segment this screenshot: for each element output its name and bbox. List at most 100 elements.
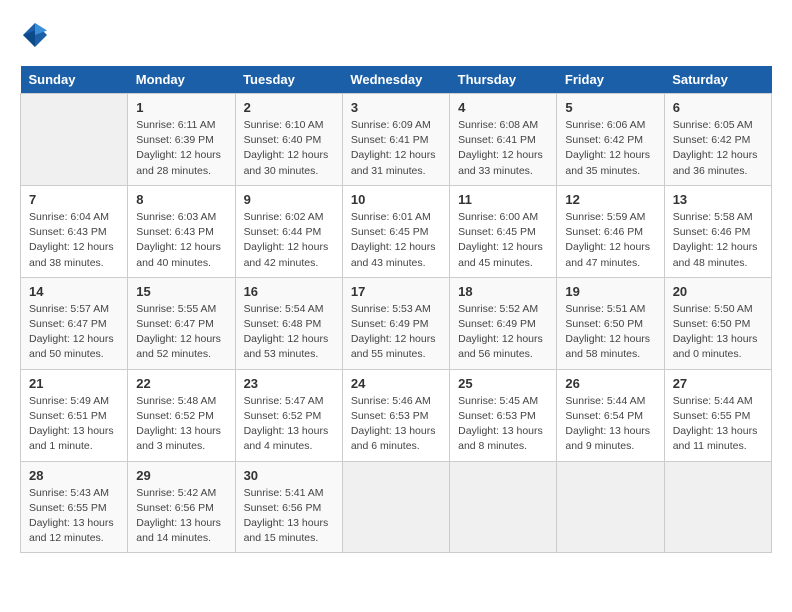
calendar-cell: 11 Sunrise: 6:00 AM Sunset: 6:45 PM Dayli… xyxy=(450,185,557,277)
header-row: SundayMondayTuesdayWednesdayThursdayFrid… xyxy=(21,66,772,94)
calendar-cell xyxy=(342,461,449,553)
calendar-cell: 2 Sunrise: 6:10 AM Sunset: 6:40 PM Daylig… xyxy=(235,94,342,186)
day-number: 6 xyxy=(673,100,763,115)
day-info: Sunrise: 6:00 AM Sunset: 6:45 PM Dayligh… xyxy=(458,210,548,271)
header-cell-friday: Friday xyxy=(557,66,664,94)
day-number: 23 xyxy=(244,376,334,391)
calendar-cell xyxy=(664,461,771,553)
week-row-4: 21 Sunrise: 5:49 AM Sunset: 6:51 PM Dayli… xyxy=(21,369,772,461)
day-info: Sunrise: 5:55 AM Sunset: 6:47 PM Dayligh… xyxy=(136,302,226,363)
day-info: Sunrise: 5:59 AM Sunset: 6:46 PM Dayligh… xyxy=(565,210,655,271)
calendar-cell: 20 Sunrise: 5:50 AM Sunset: 6:50 PM Dayli… xyxy=(664,277,771,369)
day-info: Sunrise: 5:41 AM Sunset: 6:56 PM Dayligh… xyxy=(244,486,334,547)
day-info: Sunrise: 5:48 AM Sunset: 6:52 PM Dayligh… xyxy=(136,394,226,455)
day-info: Sunrise: 5:57 AM Sunset: 6:47 PM Dayligh… xyxy=(29,302,119,363)
week-row-5: 28Sunrise: 5:43 AM Sunset: 6:55 PM Dayli… xyxy=(21,461,772,553)
day-info: Sunrise: 6:10 AM Sunset: 6:40 PM Dayligh… xyxy=(244,118,334,179)
day-info: Sunrise: 5:50 AM Sunset: 6:50 PM Dayligh… xyxy=(673,302,763,363)
day-info: Sunrise: 5:45 AM Sunset: 6:53 PM Dayligh… xyxy=(458,394,548,455)
calendar-cell: 12 Sunrise: 5:59 AM Sunset: 6:46 PM Dayli… xyxy=(557,185,664,277)
day-number: 9 xyxy=(244,192,334,207)
day-number: 12 xyxy=(565,192,655,207)
calendar-cell xyxy=(21,94,128,186)
day-info: Sunrise: 6:03 AM Sunset: 6:43 PM Dayligh… xyxy=(136,210,226,271)
day-info: Sunrise: 5:58 AM Sunset: 6:46 PM Dayligh… xyxy=(673,210,763,271)
calendar-cell: 24 Sunrise: 5:46 AM Sunset: 6:53 PM Dayli… xyxy=(342,369,449,461)
day-number: 27 xyxy=(673,376,763,391)
calendar-header: SundayMondayTuesdayWednesdayThursdayFrid… xyxy=(21,66,772,94)
day-info: Sunrise: 6:02 AM Sunset: 6:44 PM Dayligh… xyxy=(244,210,334,271)
calendar-cell xyxy=(450,461,557,553)
day-number: 17 xyxy=(351,284,441,299)
day-info: Sunrise: 5:46 AM Sunset: 6:53 PM Dayligh… xyxy=(351,394,441,455)
week-row-1: 1Sunrise: 6:11 AM Sunset: 6:39 PM Daylig… xyxy=(21,94,772,186)
day-number: 10 xyxy=(351,192,441,207)
calendar-cell: 21 Sunrise: 5:49 AM Sunset: 6:51 PM Dayli… xyxy=(21,369,128,461)
day-number: 2 xyxy=(244,100,334,115)
day-number: 16 xyxy=(244,284,334,299)
day-number: 19 xyxy=(565,284,655,299)
day-info: Sunrise: 6:04 AM Sunset: 6:43 PM Dayligh… xyxy=(29,210,119,271)
calendar-cell: 10 Sunrise: 6:01 AM Sunset: 6:45 PM Dayli… xyxy=(342,185,449,277)
header-cell-monday: Monday xyxy=(128,66,235,94)
day-number: 21 xyxy=(29,376,119,391)
calendar-body: 1Sunrise: 6:11 AM Sunset: 6:39 PM Daylig… xyxy=(21,94,772,553)
day-number: 7 xyxy=(29,192,119,207)
calendar-cell: 9 Sunrise: 6:02 AM Sunset: 6:44 PM Daylig… xyxy=(235,185,342,277)
day-info: Sunrise: 5:52 AM Sunset: 6:49 PM Dayligh… xyxy=(458,302,548,363)
day-info: Sunrise: 5:54 AM Sunset: 6:48 PM Dayligh… xyxy=(244,302,334,363)
day-number: 20 xyxy=(673,284,763,299)
day-number: 15 xyxy=(136,284,226,299)
calendar-cell: 30 Sunrise: 5:41 AM Sunset: 6:56 PM Dayli… xyxy=(235,461,342,553)
day-info: Sunrise: 6:11 AM Sunset: 6:39 PM Dayligh… xyxy=(136,118,226,179)
calendar-cell: 26Sunrise: 5:44 AM Sunset: 6:54 PM Dayli… xyxy=(557,369,664,461)
day-number: 13 xyxy=(673,192,763,207)
day-info: Sunrise: 5:53 AM Sunset: 6:49 PM Dayligh… xyxy=(351,302,441,363)
day-info: Sunrise: 5:47 AM Sunset: 6:52 PM Dayligh… xyxy=(244,394,334,455)
calendar-cell: 29 Sunrise: 5:42 AM Sunset: 6:56 PM Dayli… xyxy=(128,461,235,553)
day-number: 5 xyxy=(565,100,655,115)
calendar-cell: 14Sunrise: 5:57 AM Sunset: 6:47 PM Dayli… xyxy=(21,277,128,369)
calendar-cell: 27 Sunrise: 5:44 AM Sunset: 6:55 PM Dayli… xyxy=(664,369,771,461)
calendar-cell: 4Sunrise: 6:08 AM Sunset: 6:41 PM Daylig… xyxy=(450,94,557,186)
day-info: Sunrise: 6:09 AM Sunset: 6:41 PM Dayligh… xyxy=(351,118,441,179)
header xyxy=(20,20,772,50)
calendar-cell: 23 Sunrise: 5:47 AM Sunset: 6:52 PM Dayli… xyxy=(235,369,342,461)
calendar-cell: 5 Sunrise: 6:06 AM Sunset: 6:42 PM Daylig… xyxy=(557,94,664,186)
day-info: Sunrise: 5:44 AM Sunset: 6:54 PM Dayligh… xyxy=(565,394,655,455)
calendar-table: SundayMondayTuesdayWednesdayThursdayFrid… xyxy=(20,66,772,553)
header-cell-wednesday: Wednesday xyxy=(342,66,449,94)
day-number: 11 xyxy=(458,192,548,207)
calendar-cell: 8 Sunrise: 6:03 AM Sunset: 6:43 PM Daylig… xyxy=(128,185,235,277)
day-info: Sunrise: 5:49 AM Sunset: 6:51 PM Dayligh… xyxy=(29,394,119,455)
calendar-cell: 22 Sunrise: 5:48 AM Sunset: 6:52 PM Dayli… xyxy=(128,369,235,461)
calendar-cell: 7 Sunrise: 6:04 AM Sunset: 6:43 PM Daylig… xyxy=(21,185,128,277)
calendar-cell: 17 Sunrise: 5:53 AM Sunset: 6:49 PM Dayli… xyxy=(342,277,449,369)
day-number: 30 xyxy=(244,468,334,483)
day-info: Sunrise: 5:44 AM Sunset: 6:55 PM Dayligh… xyxy=(673,394,763,455)
day-number: 8 xyxy=(136,192,226,207)
day-info: Sunrise: 6:01 AM Sunset: 6:45 PM Dayligh… xyxy=(351,210,441,271)
calendar-cell xyxy=(557,461,664,553)
calendar-cell: 13 Sunrise: 5:58 AM Sunset: 6:46 PM Dayli… xyxy=(664,185,771,277)
logo xyxy=(20,20,56,50)
day-info: Sunrise: 6:06 AM Sunset: 6:42 PM Dayligh… xyxy=(565,118,655,179)
calendar-cell: 28Sunrise: 5:43 AM Sunset: 6:55 PM Dayli… xyxy=(21,461,128,553)
week-row-3: 14Sunrise: 5:57 AM Sunset: 6:47 PM Dayli… xyxy=(21,277,772,369)
day-number: 25 xyxy=(458,376,548,391)
day-number: 3 xyxy=(351,100,441,115)
day-number: 22 xyxy=(136,376,226,391)
calendar-cell: 18Sunrise: 5:52 AM Sunset: 6:49 PM Dayli… xyxy=(450,277,557,369)
day-info: Sunrise: 6:08 AM Sunset: 6:41 PM Dayligh… xyxy=(458,118,548,179)
day-number: 29 xyxy=(136,468,226,483)
day-number: 28 xyxy=(29,468,119,483)
header-cell-tuesday: Tuesday xyxy=(235,66,342,94)
calendar-cell: 6 Sunrise: 6:05 AM Sunset: 6:42 PM Daylig… xyxy=(664,94,771,186)
day-info: Sunrise: 5:42 AM Sunset: 6:56 PM Dayligh… xyxy=(136,486,226,547)
week-row-2: 7 Sunrise: 6:04 AM Sunset: 6:43 PM Daylig… xyxy=(21,185,772,277)
header-cell-thursday: Thursday xyxy=(450,66,557,94)
header-cell-sunday: Sunday xyxy=(21,66,128,94)
day-number: 24 xyxy=(351,376,441,391)
day-info: Sunrise: 6:05 AM Sunset: 6:42 PM Dayligh… xyxy=(673,118,763,179)
calendar-cell: 16 Sunrise: 5:54 AM Sunset: 6:48 PM Dayli… xyxy=(235,277,342,369)
